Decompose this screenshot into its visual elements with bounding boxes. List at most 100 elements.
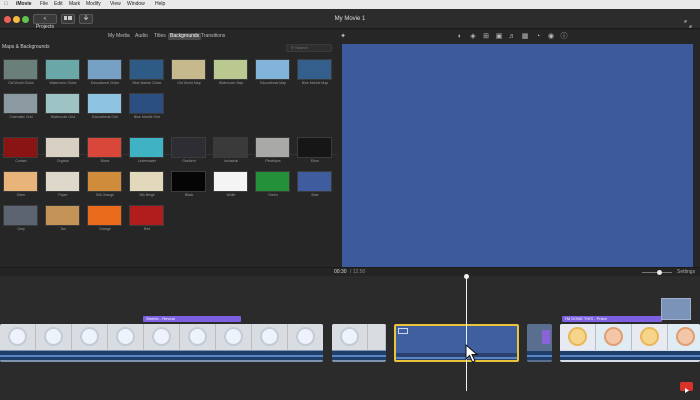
map-tile[interactable] [45,59,80,80]
mouse-cursor-icon [465,344,479,363]
app-menu[interactable]: iMovie [16,0,32,9]
fullscreen-icon[interactable] [684,15,692,28]
tab-backgrounds[interactable]: Backgrounds [168,33,202,40]
background-tile[interactable] [87,171,122,192]
map-tile[interactable] [3,59,38,80]
menu-view[interactable]: View [110,0,121,9]
background-tile[interactable] [87,137,122,158]
audio-waveform [0,351,323,360]
title-bar: < Projects My Movie 1 [0,9,700,30]
tab-transitions[interactable]: Transitions [199,33,227,40]
background-tile[interactable] [3,205,38,226]
playhead[interactable] [466,276,467,391]
background-tile[interactable] [297,171,332,192]
zoom-window-button[interactable] [22,16,29,23]
apple-menu-icon[interactable]:  [4,0,8,9]
background-tile[interactable] [213,137,248,158]
zoom-slider-handle[interactable] [657,270,662,275]
map-tile[interactable] [297,59,332,80]
search-icon: ⚲ [291,45,294,50]
title-clip-stretch[interactable]: Stretch - Reveal [143,316,241,322]
map-tile[interactable] [129,93,164,114]
color-correction-icon[interactable]: ◈ [469,33,477,41]
projects-button[interactable]: < Projects [33,14,57,30]
map-label: Blue Marble Map [301,81,329,85]
map-label: Educational Map [259,81,287,85]
map-tile[interactable] [213,59,248,80]
video-clip-food[interactable] [560,324,700,362]
stabilization-icon[interactable]: ▣ [495,33,503,41]
video-clip-small[interactable] [527,324,552,362]
search-placeholder: Search [295,45,308,50]
map-tile[interactable] [129,59,164,80]
search-field[interactable]: ⚲ Search [286,44,332,52]
imovie-window:  iMovie File Edit Mark Modify View Wind… [0,0,700,400]
background-tile[interactable] [129,171,164,192]
menu-window[interactable]: Window [127,0,145,9]
tab-my-media[interactable]: My Media [106,33,132,40]
background-tile[interactable] [255,171,290,192]
background-tile[interactable] [255,137,290,158]
background-label: Ebon [310,159,320,163]
menu-modify[interactable]: Modify [86,0,101,9]
import-button[interactable] [79,14,93,24]
background-tile[interactable] [213,171,248,192]
close-window-button[interactable] [4,16,11,23]
volume-icon[interactable]: ♬ [508,33,516,41]
clip-info-icon[interactable]: ⓘ [560,33,568,41]
media-view-toggle[interactable] [61,14,75,24]
map-label: Watercolor Grid [50,115,76,119]
video-preview[interactable] [342,44,693,274]
map-tile[interactable] [171,59,206,80]
purple-block [542,330,550,344]
grid-icon [64,16,72,20]
tab-titles[interactable]: Titles [152,33,168,40]
background-tile[interactable] [171,171,206,192]
map-tile[interactable] [3,93,38,114]
cutaway-thumbnail[interactable] [661,298,691,320]
map-tile[interactable] [45,93,80,114]
background-tile[interactable] [3,137,38,158]
title-clip-prism[interactable]: I'M DONE THIS - Prism [562,316,662,322]
playhead-knob[interactable] [464,274,469,279]
menu-bar:  iMovie File Edit Mark Modify View Wind… [0,0,700,9]
section-title: Maps & Backgrounds [2,44,50,50]
background-label: Blue [311,193,319,197]
video-clip-plates[interactable] [0,324,323,362]
map-label: Old World Globe [8,81,34,85]
menu-help[interactable]: Help [155,0,165,9]
background-tile[interactable] [87,205,122,226]
crop-icon[interactable]: ⊞ [482,33,490,41]
speed-icon[interactable]: ◔ [534,33,542,41]
background-label: Orange [99,227,111,231]
background-clip-blue-selected[interactable] [394,324,519,362]
map-tile[interactable] [87,93,122,114]
background-tile[interactable] [171,137,206,158]
background-tile[interactable] [129,137,164,158]
background-label: Blobs [100,159,110,163]
settings-button[interactable]: Settings [677,269,695,276]
magic-wand-icon[interactable]: ✦ [339,33,347,41]
map-label: Watercolor Globe [49,81,77,85]
tab-audio[interactable]: Audio [133,33,150,40]
map-label: Educational Grid [92,115,118,119]
background-tile[interactable] [3,171,38,192]
minimize-window-button[interactable] [13,16,20,23]
background-tile[interactable] [45,205,80,226]
menu-edit[interactable]: Edit [54,0,63,9]
map-tile[interactable] [87,59,122,80]
color-balance-icon[interactable]: ◐ [456,33,464,41]
background-tile[interactable] [45,137,80,158]
map-tile[interactable] [255,59,290,80]
menu-mark[interactable]: Mark [69,0,80,9]
background-tile[interactable] [129,205,164,226]
map-label: Old World Map [177,81,201,85]
background-tile[interactable] [297,137,332,158]
duration: / 12:50 [350,269,366,275]
menu-file[interactable]: File [40,0,48,9]
background-tile[interactable] [45,171,80,192]
filter-icon[interactable]: ◉ [547,33,555,41]
noise-reduction-icon[interactable]: ▦ [521,33,529,41]
video-clip-short[interactable] [332,324,386,362]
share-icon[interactable] [680,382,693,393]
